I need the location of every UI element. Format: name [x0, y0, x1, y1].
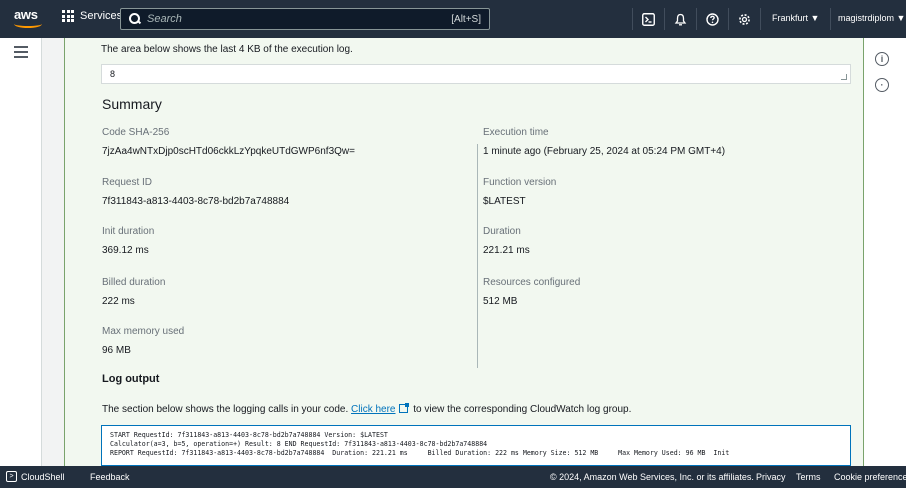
- services-grid-icon: [62, 10, 74, 22]
- summary-value: 1 minute ago (February 25, 2024 at 05:24…: [483, 146, 726, 157]
- summary-label: Execution time: [483, 127, 549, 138]
- status-icon[interactable]: ·: [875, 78, 889, 92]
- cloudshell-link[interactable]: CloudShell: [21, 472, 65, 482]
- nav-divider: [696, 8, 697, 30]
- log-output-description: The section below shows the logging call…: [102, 403, 632, 415]
- summary-value: 221.21 ms: [483, 245, 530, 256]
- summary-label: Resources configured: [483, 277, 581, 288]
- summary-value: $LATEST: [483, 196, 526, 207]
- nav-divider: [632, 8, 633, 30]
- execution-result-panel: The area below shows the last 4 KB of th…: [64, 38, 864, 466]
- cookie-preferences-link[interactable]: Cookie preferences: [834, 472, 906, 482]
- summary-label: Function version: [483, 177, 557, 188]
- summary-value: 96 MB: [102, 345, 131, 356]
- footer: > CloudShell Feedback © 2024, Amazon Web…: [0, 466, 906, 488]
- side-navigation: [0, 38, 42, 466]
- summary-label: Init duration: [102, 226, 155, 237]
- summary-label: Duration: [483, 226, 521, 237]
- cloudshell-icon[interactable]: [640, 11, 656, 27]
- right-tools-rail: i ·: [862, 38, 906, 466]
- column-divider: [477, 144, 478, 368]
- nav-divider: [760, 8, 761, 30]
- log-output-desc-text: to view the corresponding CloudWatch log…: [410, 404, 632, 415]
- info-icon[interactable]: i: [875, 52, 889, 66]
- settings-gear-icon[interactable]: [736, 11, 752, 27]
- copyright-text: © 2024, Amazon Web Services, Inc. or its…: [550, 472, 754, 482]
- privacy-link[interactable]: Privacy: [756, 472, 786, 482]
- summary-value: 7f311843-a813-4403-8c78-bd2b7a748884: [102, 196, 290, 207]
- log-line: START RequestId: 7f311843-a813-4403-8c78…: [110, 431, 388, 439]
- summary-label: Request ID: [102, 177, 153, 188]
- summary-label: Max memory used: [102, 326, 185, 337]
- summary-heading: Summary: [102, 96, 162, 112]
- summary-value: 512 MB: [483, 296, 518, 307]
- help-icon[interactable]: [704, 11, 720, 27]
- resize-handle-icon[interactable]: [841, 74, 847, 80]
- top-navigation: aws Services Search [Alt+S] Frankfurt ▼ …: [0, 0, 906, 38]
- log-output-heading: Log output: [102, 373, 160, 385]
- services-label: Services: [80, 10, 123, 22]
- summary-label: Billed duration: [102, 277, 166, 288]
- log-line: REPORT RequestId: 7f311843-a813-4403-8c7…: [110, 449, 730, 457]
- log-output-box[interactable]: START RequestId: 7f311843-a813-4403-8c78…: [101, 425, 851, 466]
- aws-logo[interactable]: aws: [14, 6, 44, 30]
- search-input[interactable]: Search [Alt+S]: [120, 8, 490, 30]
- feedback-link[interactable]: Feedback: [90, 472, 130, 482]
- log-line: Calculator(a=3, b=5, operation=+) Result…: [110, 440, 488, 448]
- account-menu[interactable]: magistrdiplom ▼: [838, 13, 905, 23]
- notifications-bell-icon[interactable]: [672, 11, 688, 27]
- execution-log-intro: The area below shows the last 4 KB of th…: [101, 44, 353, 55]
- log-output-desc-text: The section below shows the logging call…: [102, 404, 352, 415]
- summary-value: 369.12 ms: [102, 245, 149, 256]
- services-button[interactable]: Services: [62, 10, 122, 22]
- execution-log-textarea[interactable]: 8: [101, 64, 851, 84]
- region-selector[interactable]: Frankfurt ▼: [772, 13, 819, 23]
- menu-hamburger-icon[interactable]: [14, 46, 28, 61]
- cloudwatch-link[interactable]: Click here: [351, 404, 395, 415]
- cloudshell-icon[interactable]: >: [6, 471, 17, 482]
- nav-divider: [830, 8, 831, 30]
- summary-label: Code SHA-256: [102, 127, 170, 138]
- summary-value: 222 ms: [102, 296, 135, 307]
- execution-log-value: 8: [110, 69, 116, 79]
- external-link-icon[interactable]: [398, 403, 409, 413]
- search-shortcut: [Alt+S]: [451, 13, 481, 25]
- search-placeholder: Search: [147, 13, 182, 25]
- summary-value: 7jzAa4wNTxDjp0scHTd06ckkLzYpqkeUTdGWP6nf…: [102, 146, 355, 157]
- search-icon: [129, 13, 141, 25]
- aws-smile-icon: [14, 20, 42, 28]
- nav-divider: [728, 8, 729, 30]
- nav-divider: [664, 8, 665, 30]
- terms-link[interactable]: Terms: [796, 472, 821, 482]
